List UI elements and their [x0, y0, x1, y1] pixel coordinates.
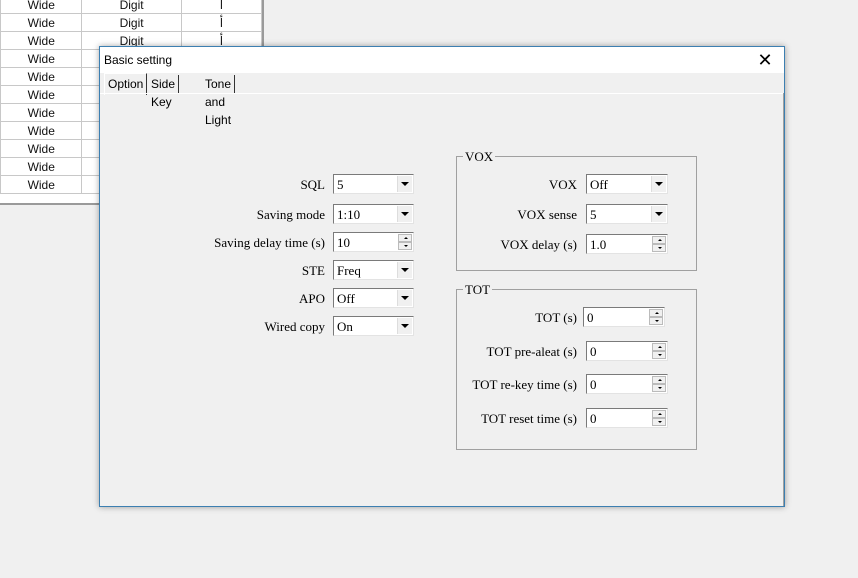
vox-delay-spinner[interactable]: 1.0 [586, 234, 668, 254]
chevron-down-icon[interactable] [397, 206, 412, 222]
table-cell: Wide [0, 175, 83, 194]
table-cell: Wide [0, 103, 83, 122]
tot-spinner[interactable]: 0 [583, 307, 665, 327]
table-cell: ﺃ [180, 13, 262, 32]
tab-page-border [100, 93, 784, 94]
vox-sense-label: VOX sense [517, 207, 577, 222]
saving-mode-value: 1:10 [337, 207, 361, 222]
dialog-title: Basic setting [104, 53, 173, 67]
close-icon[interactable]: ✕ [754, 49, 776, 71]
spinner-arrows-icon[interactable] [652, 236, 666, 252]
chevron-down-icon[interactable] [397, 262, 412, 278]
tot-rekey-value: 0 [590, 377, 597, 392]
ste-dropdown[interactable]: Freq [333, 260, 414, 280]
saving-delay-label: Saving delay time (s) [214, 235, 325, 250]
spinner-arrows-icon[interactable] [649, 309, 663, 325]
table-cell: Wide [0, 67, 83, 86]
tot-group: TOT TOT (s) 0 TOT pre-aleat (s) 0 TOT re… [456, 282, 697, 450]
table-cell: Wide [0, 31, 83, 50]
sql-label: SQL [300, 177, 325, 192]
tot-label: TOT (s) [535, 310, 577, 325]
title-bar: Basic setting ✕ [100, 47, 784, 73]
sql-dropdown[interactable]: 5 [333, 174, 414, 194]
table-cell: Digit [81, 0, 182, 14]
table-cell: Wide [0, 139, 83, 158]
table-cell: Wide [0, 0, 83, 14]
tot-pre-alert-label: TOT pre-aleat (s) [486, 344, 577, 359]
vox-dropdown[interactable]: Off [586, 174, 668, 194]
table-row: WideDigitﺃ [0, 13, 262, 32]
chevron-down-icon[interactable] [397, 318, 412, 334]
spinner-arrows-icon[interactable] [652, 410, 666, 426]
wired-copy-label: Wired copy [264, 319, 325, 334]
saving-delay-spinner[interactable]: 10 [333, 232, 414, 252]
spinner-arrows-icon[interactable] [652, 343, 666, 359]
table-cell: Wide [0, 13, 83, 32]
wired-copy-dropdown[interactable]: On [333, 316, 414, 336]
apo-dropdown[interactable]: Off [333, 288, 414, 308]
tot-reset-label: TOT reset time (s) [481, 411, 577, 426]
spinner-arrows-icon[interactable] [652, 376, 666, 392]
wired-copy-value: On [337, 319, 353, 334]
tot-reset-value: 0 [590, 411, 597, 426]
vox-group: VOX VOX Off VOX sense 5 VOX delay (s) 1.… [456, 149, 697, 271]
tot-pre-alert-spinner[interactable]: 0 [586, 341, 668, 361]
tab-side-key[interactable]: Side Key [148, 75, 180, 109]
table-cell: Wide [0, 121, 83, 140]
saving-mode-dropdown[interactable]: 1:10 [333, 204, 414, 224]
tot-rekey-label: TOT re-key time (s) [472, 377, 577, 392]
basic-setting-dialog: Basic setting ✕ Option Side Key Tone and… [99, 46, 785, 507]
tot-reset-spinner[interactable]: 0 [586, 408, 668, 428]
vox-sense-value: 5 [590, 207, 597, 222]
tot-pre-alert-value: 0 [590, 344, 597, 359]
vox-group-title: VOX [463, 149, 496, 165]
vox-delay-label: VOX delay (s) [500, 237, 577, 252]
chevron-down-icon[interactable] [397, 290, 412, 306]
table-cell: Digit [81, 13, 182, 32]
table-cell: ﺃ [180, 0, 262, 14]
sql-value: 5 [337, 177, 344, 192]
tab-tone-and-light[interactable]: Tone and Light [202, 75, 236, 127]
vox-sense-dropdown[interactable]: 5 [586, 204, 668, 224]
tot-group-title: TOT [463, 282, 493, 298]
chevron-down-icon[interactable] [397, 176, 412, 192]
apo-label: APO [298, 291, 325, 306]
chevron-down-icon[interactable] [651, 206, 666, 222]
table-row: WideDigitﺃ [0, 0, 262, 14]
tab-page-edge [783, 93, 784, 506]
tot-rekey-spinner[interactable]: 0 [586, 374, 668, 394]
table-cell: Wide [0, 49, 83, 68]
tot-value: 0 [587, 310, 594, 325]
vox-value: Off [590, 177, 608, 192]
table-cell: Wide [0, 157, 83, 176]
ste-value: Freq [337, 263, 361, 278]
ste-label: STE [301, 263, 325, 278]
spinner-arrows-icon[interactable] [398, 234, 412, 250]
chevron-down-icon[interactable] [651, 176, 666, 192]
tab-option[interactable]: Option [104, 73, 148, 95]
apo-value: Off [337, 291, 355, 306]
table-cell: Wide [0, 85, 83, 104]
saving-mode-label: Saving mode [256, 207, 325, 222]
saving-delay-value: 10 [337, 235, 350, 250]
vox-delay-value: 1.0 [590, 237, 607, 252]
vox-label: VOX [548, 177, 577, 192]
